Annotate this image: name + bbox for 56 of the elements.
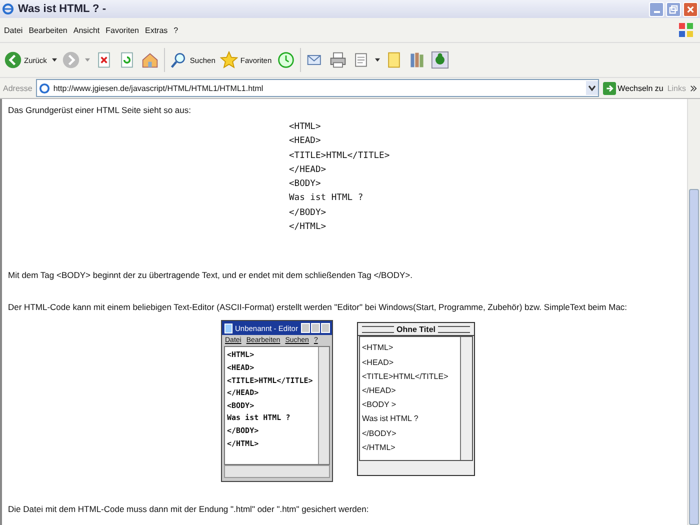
menu-item[interactable]: Bearbeiten bbox=[28, 26, 68, 34]
history-icon[interactable] bbox=[276, 51, 295, 69]
chevron-icon[interactable] bbox=[690, 84, 697, 92]
code-line: <BODY> bbox=[289, 178, 322, 192]
page-icon bbox=[39, 82, 50, 94]
menu-item[interactable]: Ansicht bbox=[73, 26, 100, 34]
title-stripe bbox=[362, 326, 394, 333]
minimize-icon bbox=[654, 10, 660, 12]
restore-icon bbox=[669, 4, 678, 14]
go-button[interactable]: Wechseln zu bbox=[602, 82, 664, 94]
go-arrow-icon bbox=[602, 82, 616, 94]
home-icon[interactable] bbox=[140, 51, 159, 69]
text-line: </HEAD> bbox=[362, 384, 397, 397]
browser-icon bbox=[2, 3, 14, 15]
paragraph: Die Datei mit dem HTML-Code muss dann mit der Endung ".html" oder ".htm" gesichert werden: bbox=[8, 504, 370, 514]
text-line: </BODY> bbox=[362, 428, 398, 440]
code-line: Was ist HTML ? bbox=[289, 192, 364, 206]
text-line: </HTML> bbox=[362, 442, 396, 454]
minimize-button[interactable] bbox=[649, 2, 664, 16]
paragraph: Der HTML-Code kann mit einem beliebigen Text-Editor (ASCII-Format) erstellt werden "Editor" bei Windows(Start, Programme, Zubehör) bzw. SimpleText beim Mac: bbox=[8, 302, 628, 312]
text-line: <HEAD> bbox=[362, 356, 395, 369]
scrollbar[interactable] bbox=[687, 99, 700, 525]
menu-item[interactable]: Extras bbox=[144, 26, 168, 34]
paragraph: Das Grundgerüst einer HTML Seite sieht so aus: bbox=[8, 105, 192, 115]
menu-item[interactable]: ? bbox=[174, 26, 178, 34]
windows-logo-icon bbox=[676, 20, 696, 40]
books-icon[interactable] bbox=[408, 51, 426, 69]
address-label: Adresse bbox=[3, 84, 32, 92]
text-line: <BODY > bbox=[362, 399, 398, 412]
restore-button[interactable] bbox=[666, 2, 681, 16]
window-title: Ohne Titel bbox=[396, 324, 436, 334]
close-icon bbox=[686, 4, 695, 14]
search-icon bbox=[170, 51, 188, 69]
code-line: </BODY> bbox=[289, 206, 328, 220]
text-line: Was ist HTML ? bbox=[362, 413, 420, 426]
window-controls-icon bbox=[301, 323, 330, 334]
window-title: Was ist HTML ? - bbox=[18, 3, 106, 15]
code-line: </HEAD> bbox=[289, 164, 328, 177]
menu-item[interactable]: Datei bbox=[4, 26, 23, 34]
close-button[interactable] bbox=[683, 2, 698, 16]
title-stripe bbox=[438, 326, 470, 333]
text-line: <TITLE>HTML</TITLE> bbox=[362, 370, 450, 383]
printer-icon[interactable] bbox=[328, 51, 347, 69]
dropdown-icon[interactable] bbox=[586, 81, 598, 95]
code-line: <HEAD> bbox=[289, 135, 322, 148]
text-line: <HTML> bbox=[362, 342, 394, 354]
star-icon bbox=[220, 51, 238, 69]
code-line: </HTML> bbox=[289, 221, 328, 234]
dropdown-caret-icon[interactable] bbox=[52, 58, 57, 62]
address-field[interactable]: http://www.jgiesen.de/javascript/HTML/HTML1/HTML1.html bbox=[36, 79, 599, 97]
paragraph: Mit dem Tag <BODY> beginnt der zu übertragende Text, und er endet mit dem schließenden Tag </BODY>. bbox=[8, 270, 414, 280]
code-line: <TITLE>HTML</TITLE> bbox=[289, 150, 391, 163]
menu-item[interactable]: Favoriten bbox=[106, 26, 139, 34]
code-line: <HTML> bbox=[289, 121, 322, 134]
dropdown-caret-icon[interactable] bbox=[374, 58, 380, 62]
notepad-icon bbox=[224, 322, 233, 334]
